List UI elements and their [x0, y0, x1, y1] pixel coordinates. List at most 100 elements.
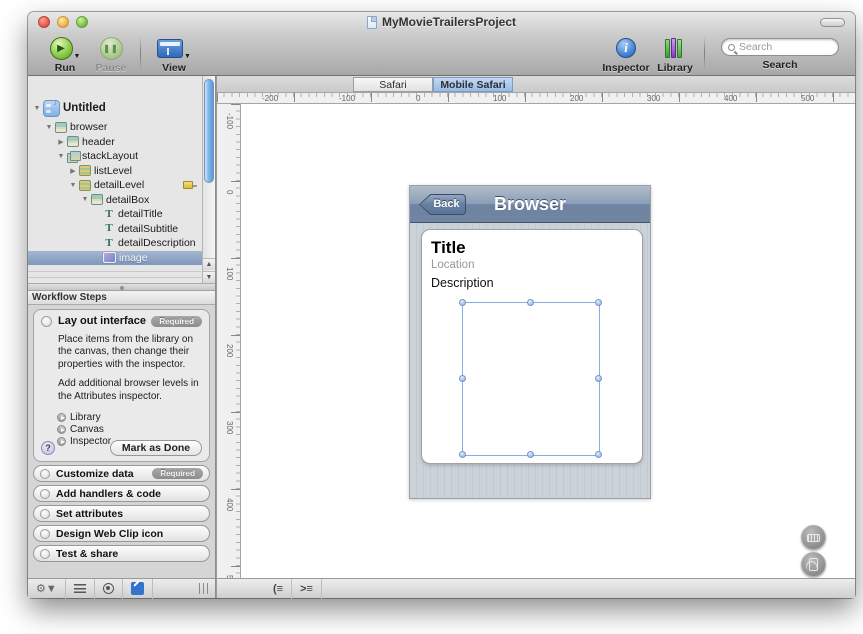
detail-subtitle[interactable]: Location — [431, 259, 474, 271]
disclosure-closed-icon[interactable]: ▶ — [68, 167, 78, 175]
tree-scrollbar[interactable]: ▲ ▼ — [202, 76, 215, 283]
ruler-tick-label: 200 — [225, 344, 234, 357]
actions-menu-button[interactable]: ⚙▼ — [28, 579, 66, 599]
step-radio[interactable] — [40, 549, 50, 559]
selection-handle[interactable] — [595, 299, 602, 306]
run-button[interactable]: ▶▼ Run — [42, 34, 88, 74]
step-radio[interactable] — [40, 469, 50, 479]
tree-row-detailTitle[interactable]: TdetailTitle — [28, 207, 215, 222]
phone-navbar: Back Browser — [410, 186, 650, 223]
ruler-tick-label: 400 — [225, 498, 234, 511]
image-selection-rect[interactable] — [462, 302, 600, 456]
run-dropdown-icon[interactable]: ▼ — [74, 53, 81, 60]
source-tree: ▼Untitled▼browser▶header▼stackLayout▶lis… — [28, 76, 215, 283]
tree-row-stackLayout[interactable]: ▼stackLayout — [28, 149, 215, 164]
title-bar[interactable]: MyMovieTrailersProject — [28, 12, 855, 32]
disclosure-closed-icon[interactable]: ▶ — [56, 138, 66, 146]
disclosure-open-icon[interactable]: ▼ — [68, 182, 78, 189]
selection-handle[interactable] — [527, 451, 534, 458]
toolbar-toggle-pill[interactable] — [820, 18, 845, 27]
view-button[interactable]: ▼ View — [151, 34, 197, 74]
workflow-active-step: Lay out interface Required Place items f… — [33, 309, 210, 462]
tree-label: detailDescription — [118, 237, 196, 249]
step-radio[interactable] — [40, 529, 50, 539]
selection-handle[interactable] — [459, 299, 466, 306]
inspector-button[interactable]: i Inspector — [600, 34, 652, 74]
tree-row-header[interactable]: ▶ header — [28, 135, 215, 150]
scroll-up-icon[interactable]: ▲ — [203, 258, 215, 270]
chevron-down-icon: ▼ — [46, 583, 57, 595]
canvas-bottom-bar: (≡ >≡ — [217, 578, 855, 598]
step-radio[interactable] — [40, 489, 50, 499]
edit-mode-button[interactable] — [123, 579, 153, 599]
workflow-step-set-attributes[interactable]: Set attributes — [33, 505, 210, 522]
scroll-down-icon[interactable]: ▼ — [203, 271, 215, 283]
stack-collapse-button[interactable]: (≡ — [265, 579, 292, 599]
canvas-area: SafariMobile Safari -200-100010020030040… — [216, 76, 855, 598]
tree-row-browser[interactable]: ▼ browser — [28, 120, 215, 135]
selection-handle[interactable] — [527, 299, 534, 306]
tree-row-detailSubtitle[interactable]: TdetailSubtitle — [28, 222, 215, 237]
detail-title[interactable]: Title — [431, 238, 466, 258]
tree-row-detailBox[interactable]: ▼ detailBox — [28, 193, 215, 208]
selection-handle[interactable] — [459, 375, 466, 382]
tree-row-listLevel[interactable]: ▶listLevel — [28, 164, 215, 179]
library-books-icon — [665, 39, 685, 58]
tree-label: detailLevel — [94, 179, 144, 191]
step-link-canvas[interactable]: Canvas — [57, 424, 202, 436]
step-paragraph: Add additional browser levels in the Att… — [58, 378, 208, 403]
ruler-tick-label: 100 — [493, 94, 506, 103]
tree-row-detailDescription[interactable]: TdetailDescription — [28, 236, 215, 251]
tree-scrollbar-thumb[interactable] — [204, 79, 214, 183]
tree-label: detailSubtitle — [118, 223, 178, 235]
workflow-step-design-web-clip-icon[interactable]: Design Web Clip icon — [33, 525, 210, 542]
play-icon — [57, 413, 66, 422]
workflow-step-customize-data[interactable]: Customize dataRequired — [33, 465, 210, 482]
required-badge: Required — [151, 316, 202, 327]
text-icon: T — [103, 209, 115, 220]
document-icon — [367, 16, 377, 29]
tab-safari[interactable]: Safari — [353, 77, 433, 92]
disclosure-open-icon[interactable]: ▼ — [44, 124, 54, 131]
step-radio[interactable] — [41, 316, 52, 327]
step-link-label: Library — [70, 412, 101, 423]
tree-label: detailBox — [106, 194, 149, 206]
disclosure-open-icon[interactable]: ▼ — [32, 105, 42, 112]
search-input[interactable] — [739, 41, 829, 53]
resize-handle[interactable] — [199, 583, 211, 594]
selection-handle[interactable] — [459, 451, 466, 458]
tree-label: browser — [70, 121, 107, 133]
step-link-library[interactable]: Library — [57, 412, 202, 424]
search-field[interactable] — [721, 38, 839, 56]
disclosure-open-icon[interactable]: ▼ — [56, 153, 66, 160]
list-view-button[interactable] — [66, 579, 95, 599]
design-canvas[interactable]: Back Browser Title Location Description — [241, 104, 855, 578]
view-dropdown-icon[interactable]: ▼ — [184, 53, 191, 60]
detail-description[interactable]: Description — [431, 276, 494, 290]
workflow-step-add-handlers-code[interactable]: Add handlers & code — [33, 485, 210, 502]
library-button[interactable]: Library — [652, 34, 698, 74]
step-radio[interactable] — [40, 509, 50, 519]
workflow-step-test-share[interactable]: Test & share — [33, 545, 210, 562]
required-badge: Required — [152, 468, 203, 479]
stack-expand-button[interactable]: >≡ — [292, 579, 322, 599]
tree-row-Untitled[interactable]: ▼Untitled — [28, 96, 215, 120]
pause-icon: ❚❚ — [100, 37, 123, 60]
disclosure-open-icon[interactable]: ▼ — [80, 196, 90, 203]
selection-handle[interactable] — [595, 451, 602, 458]
record-button[interactable] — [95, 579, 123, 599]
tree-label: header — [82, 136, 115, 148]
tree-row-image[interactable]: image — [28, 251, 215, 266]
mark-as-done-button[interactable]: Mark as Done — [110, 440, 202, 456]
keyboard-icon — [807, 534, 820, 542]
gear-icon: ⚙ — [36, 582, 46, 595]
tree-row-detailLevel[interactable]: ▼ detailLevel — [28, 178, 215, 193]
tab-mobile-safari[interactable]: Mobile Safari — [433, 77, 513, 92]
image-icon — [103, 252, 116, 263]
selection-handle[interactable] — [595, 375, 602, 382]
sidebar-splitter[interactable] — [28, 283, 215, 291]
rotate-device-button[interactable] — [801, 552, 826, 577]
step-paragraph: Place items from the library on the canv… — [58, 334, 208, 371]
keyboard-toggle-button[interactable] — [801, 525, 826, 550]
help-button[interactable]: ? — [41, 441, 55, 455]
